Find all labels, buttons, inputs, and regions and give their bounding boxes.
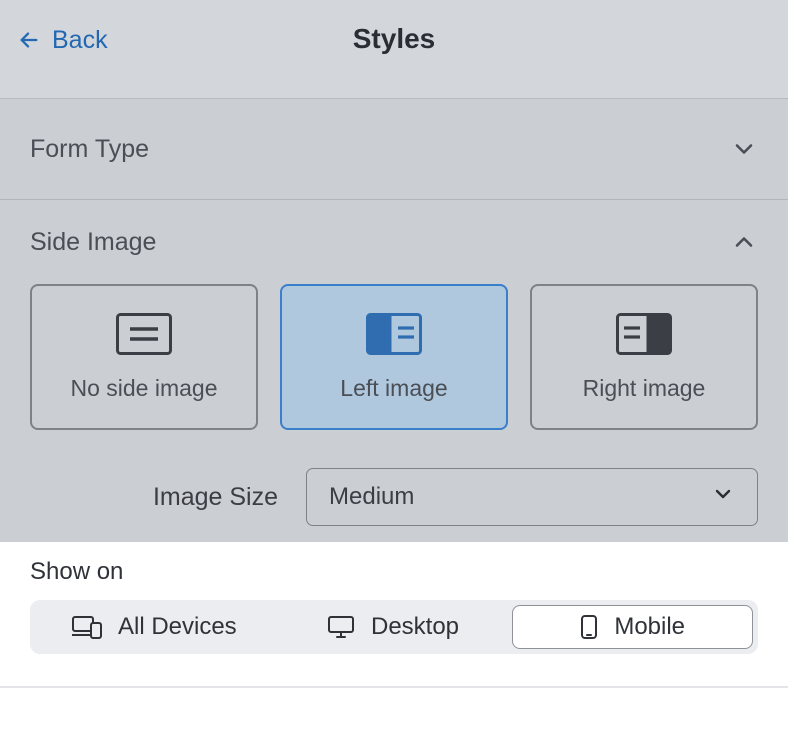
arrow-left-icon <box>18 26 40 58</box>
device-segmented-control: All Devices Desktop <box>30 600 758 654</box>
segment-label: Mobile <box>614 613 685 641</box>
left-image-icon <box>366 313 422 355</box>
form-type-label: Form Type <box>30 135 149 164</box>
devices-icon <box>72 615 102 639</box>
segment-all-devices[interactable]: All Devices <box>35 605 274 649</box>
chevron-down-icon <box>711 482 735 513</box>
show-on-label: Show on <box>30 558 758 586</box>
side-image-label: Side Image <box>30 228 156 257</box>
side-image-options: No side image Left image <box>0 284 788 462</box>
right-image-icon <box>616 313 672 355</box>
image-size-row: Image Size Medium <box>0 462 788 542</box>
image-size-label: Image Size <box>153 483 278 512</box>
back-label: Back <box>52 26 108 55</box>
segment-mobile[interactable]: Mobile <box>512 605 753 649</box>
accordion-side-image[interactable]: Side Image <box>0 200 788 284</box>
no-side-image-icon <box>116 313 172 355</box>
option-no-side-image[interactable]: No side image <box>30 284 258 430</box>
mobile-icon <box>580 614 598 640</box>
option-right-image[interactable]: Right image <box>530 284 758 430</box>
option-label: Left image <box>340 375 447 402</box>
option-label: Right image <box>583 375 706 402</box>
option-left-image[interactable]: Left image <box>280 284 508 430</box>
styles-panel: Form Type Side Image <box>0 99 788 542</box>
option-label: No side image <box>70 375 217 402</box>
segment-desktop[interactable]: Desktop <box>274 605 513 649</box>
chevron-up-icon <box>730 228 758 256</box>
desktop-icon <box>327 615 355 639</box>
image-size-select[interactable]: Medium <box>306 468 758 526</box>
chevron-down-icon <box>730 135 758 163</box>
show-on-section: Show on All Devices <box>0 542 788 688</box>
segment-label: Desktop <box>371 613 459 641</box>
back-button[interactable]: Back <box>18 0 108 99</box>
page-title: Styles <box>353 23 436 55</box>
image-size-value: Medium <box>329 483 414 511</box>
segment-label: All Devices <box>118 613 237 641</box>
header-bar: Back Styles <box>0 0 788 99</box>
accordion-form-type[interactable]: Form Type <box>0 99 788 200</box>
